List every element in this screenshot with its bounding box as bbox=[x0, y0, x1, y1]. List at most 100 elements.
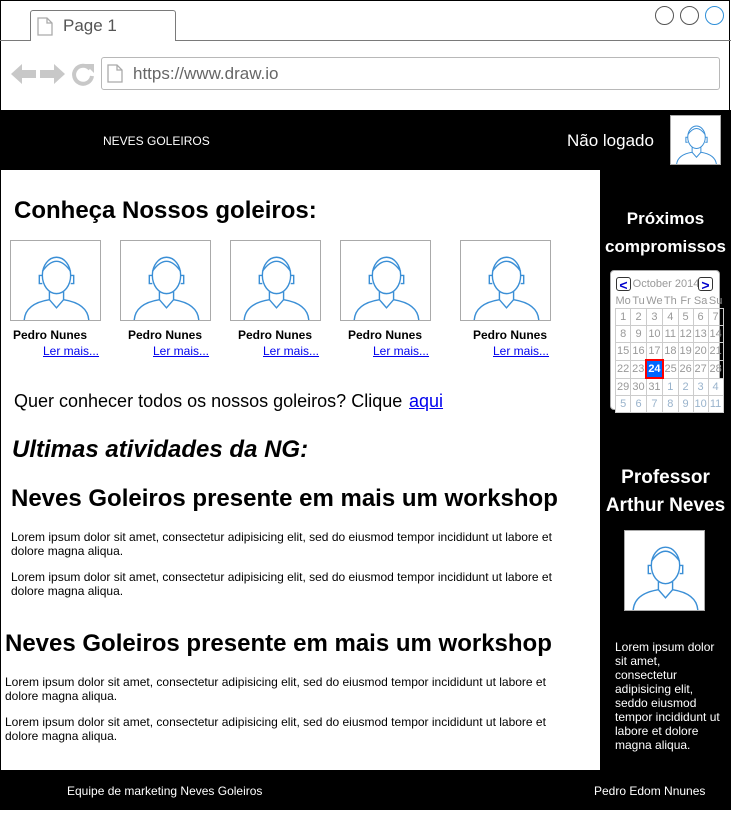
calendar-day[interactable]: 16 bbox=[630, 342, 647, 361]
goalkeeper-avatar-icon bbox=[133, 256, 200, 320]
back-arrow-icon[interactable] bbox=[10, 62, 37, 86]
professor-avatar-icon bbox=[632, 546, 699, 610]
read-more-link[interactable]: Ler mais... bbox=[263, 344, 319, 358]
calendar-day[interactable]: 25 bbox=[662, 359, 679, 379]
login-status[interactable]: Não logado bbox=[567, 131, 654, 151]
calendar-day[interactable]: 2 bbox=[630, 308, 647, 326]
calendar-weekday: Mo bbox=[615, 295, 631, 307]
goalkeeper-photo[interactable] bbox=[10, 240, 101, 321]
forward-arrow-icon[interactable] bbox=[39, 62, 66, 86]
calendar-day[interactable]: 7 bbox=[645, 395, 664, 413]
calendar-weekday: Su bbox=[708, 295, 723, 307]
calendar-day[interactable]: 17 bbox=[645, 342, 664, 361]
article-title[interactable]: Neves Goleiros presente em mais um works… bbox=[11, 485, 558, 513]
goalkeeper-avatar-icon bbox=[353, 256, 420, 320]
calendar-day[interactable]: 9 bbox=[677, 395, 694, 413]
calendar-day[interactable]: 8 bbox=[614, 325, 632, 343]
calendar-day[interactable]: 10 bbox=[645, 325, 664, 343]
calendar-day[interactable]: 7 bbox=[707, 308, 724, 326]
professor-title: Arthur Neves bbox=[605, 495, 726, 516]
calendar-day[interactable]: 12 bbox=[677, 325, 694, 343]
read-more-link[interactable]: Ler mais... bbox=[373, 344, 429, 358]
cta-text: Quer conhecer todos os nossos goleiros? … bbox=[14, 391, 403, 411]
activities-heading: Ultimas atividades da NG: bbox=[12, 436, 309, 463]
calendar-day[interactable]: 3 bbox=[692, 377, 709, 396]
calendar-day[interactable]: 27 bbox=[692, 359, 709, 379]
goalkeeper-avatar-icon bbox=[23, 256, 90, 320]
calendar-day[interactable]: 14 bbox=[707, 325, 724, 343]
calendar-day[interactable]: 20 bbox=[692, 342, 709, 361]
calendar-day[interactable]: 8 bbox=[662, 395, 679, 413]
calendar-day[interactable]: 6 bbox=[692, 308, 709, 326]
goalkeeper-photo[interactable] bbox=[460, 240, 551, 321]
calendar-day[interactable]: 5 bbox=[677, 308, 694, 326]
calendar-next-button[interactable]: > bbox=[698, 277, 713, 292]
url-text[interactable]: https://www.draw.io bbox=[133, 64, 279, 84]
calendar-day[interactable]: 18 bbox=[662, 342, 679, 361]
all-goalkeepers-link[interactable]: aqui bbox=[409, 391, 443, 412]
brand-link[interactable]: NEVES GOLEIROS bbox=[103, 134, 210, 148]
calendar-prev-button[interactable]: < bbox=[616, 277, 631, 292]
reload-icon[interactable] bbox=[71, 61, 95, 87]
calendar-day[interactable]: 31 bbox=[645, 377, 664, 396]
calendar-day[interactable]: 19 bbox=[677, 342, 694, 361]
goalkeeper-name: Pedro Nunes bbox=[473, 328, 548, 342]
calendar-day[interactable]: 6 bbox=[630, 395, 647, 413]
calendar-weekday: We bbox=[646, 295, 663, 307]
goalkeeper-photo[interactable] bbox=[230, 240, 321, 321]
page-icon bbox=[37, 17, 53, 36]
calendar-day[interactable]: 4 bbox=[662, 308, 679, 326]
goalkeeper-name: Pedro Nunes bbox=[238, 328, 313, 342]
calendar-day[interactable]: 1 bbox=[614, 308, 632, 326]
page-icon bbox=[107, 64, 123, 83]
article-paragraph: Lorem ipsum dolor sit amet, consectetur … bbox=[11, 570, 552, 598]
calendar-weekday: Th bbox=[663, 295, 677, 307]
schedule-title: compromissos bbox=[605, 237, 726, 256]
calendar-day[interactable]: 28 bbox=[707, 359, 724, 379]
calendar-day[interactable]: 1 bbox=[662, 377, 679, 396]
calendar-day[interactable]: 2 bbox=[677, 377, 694, 396]
calendar-day[interactable]: 23 bbox=[630, 359, 647, 379]
footer-team: Equipe de marketing Neves Goleiros bbox=[67, 784, 263, 798]
goalkeeper-photo[interactable] bbox=[120, 240, 211, 321]
tab-baseline bbox=[176, 40, 731, 41]
calendar-month: October 2014 bbox=[632, 278, 700, 290]
read-more-link[interactable]: Ler mais... bbox=[153, 344, 209, 358]
professor-description: Lorem ipsum dolor sit amet, consectetur … bbox=[615, 640, 720, 752]
calendar-weekday: Sa bbox=[693, 295, 708, 307]
read-more-link[interactable]: Ler mais... bbox=[43, 344, 99, 358]
goalkeeper-name: Pedro Nunes bbox=[128, 328, 203, 342]
maximize-button[interactable] bbox=[680, 6, 699, 25]
calendar-day[interactable]: 26 bbox=[677, 359, 694, 379]
article-paragraph: Lorem ipsum dolor sit amet, consectetur … bbox=[11, 530, 552, 558]
calendar-day[interactable]: 11 bbox=[707, 395, 724, 413]
calendar-day[interactable]: 13 bbox=[692, 325, 709, 343]
close-button[interactable] bbox=[705, 6, 724, 25]
calendar-day[interactable]: 4 bbox=[707, 377, 724, 396]
article-paragraph: Lorem ipsum dolor sit amet, consectetur … bbox=[5, 715, 546, 743]
calendar-day[interactable]: 22 bbox=[614, 359, 632, 379]
calendar-day[interactable]: 10 bbox=[692, 395, 709, 413]
calendar-day[interactable]: 21 bbox=[707, 342, 724, 361]
calendar-weekday: Tu bbox=[632, 295, 645, 307]
tab-baseline bbox=[0, 40, 30, 41]
calendar-weekday: Fr bbox=[680, 295, 691, 307]
calendar-day[interactable]: 9 bbox=[630, 325, 647, 343]
goalkeeper-avatar-icon bbox=[243, 256, 310, 320]
read-more-link[interactable]: Ler mais... bbox=[493, 344, 549, 358]
calendar-day[interactable]: 30 bbox=[630, 377, 647, 396]
calendar-day-selected[interactable]: 24 bbox=[645, 359, 664, 379]
calendar-day[interactable]: 5 bbox=[614, 395, 632, 413]
calendar-day[interactable]: 15 bbox=[614, 342, 632, 361]
minimize-button[interactable] bbox=[655, 6, 674, 25]
calendar-day[interactable]: 11 bbox=[662, 325, 679, 343]
user-avatar[interactable] bbox=[670, 115, 721, 165]
article-title[interactable]: Neves Goleiros presente em mais um works… bbox=[5, 630, 552, 658]
schedule-title: Próximos bbox=[626, 209, 705, 228]
article-paragraph: Lorem ipsum dolor sit amet, consectetur … bbox=[5, 675, 546, 703]
user-avatar-icon bbox=[676, 125, 717, 164]
goalkeeper-photo[interactable] bbox=[340, 240, 431, 321]
goalkeeper-avatar-icon bbox=[473, 256, 540, 320]
calendar-day[interactable]: 29 bbox=[614, 377, 632, 396]
calendar-day[interactable]: 3 bbox=[645, 308, 664, 326]
